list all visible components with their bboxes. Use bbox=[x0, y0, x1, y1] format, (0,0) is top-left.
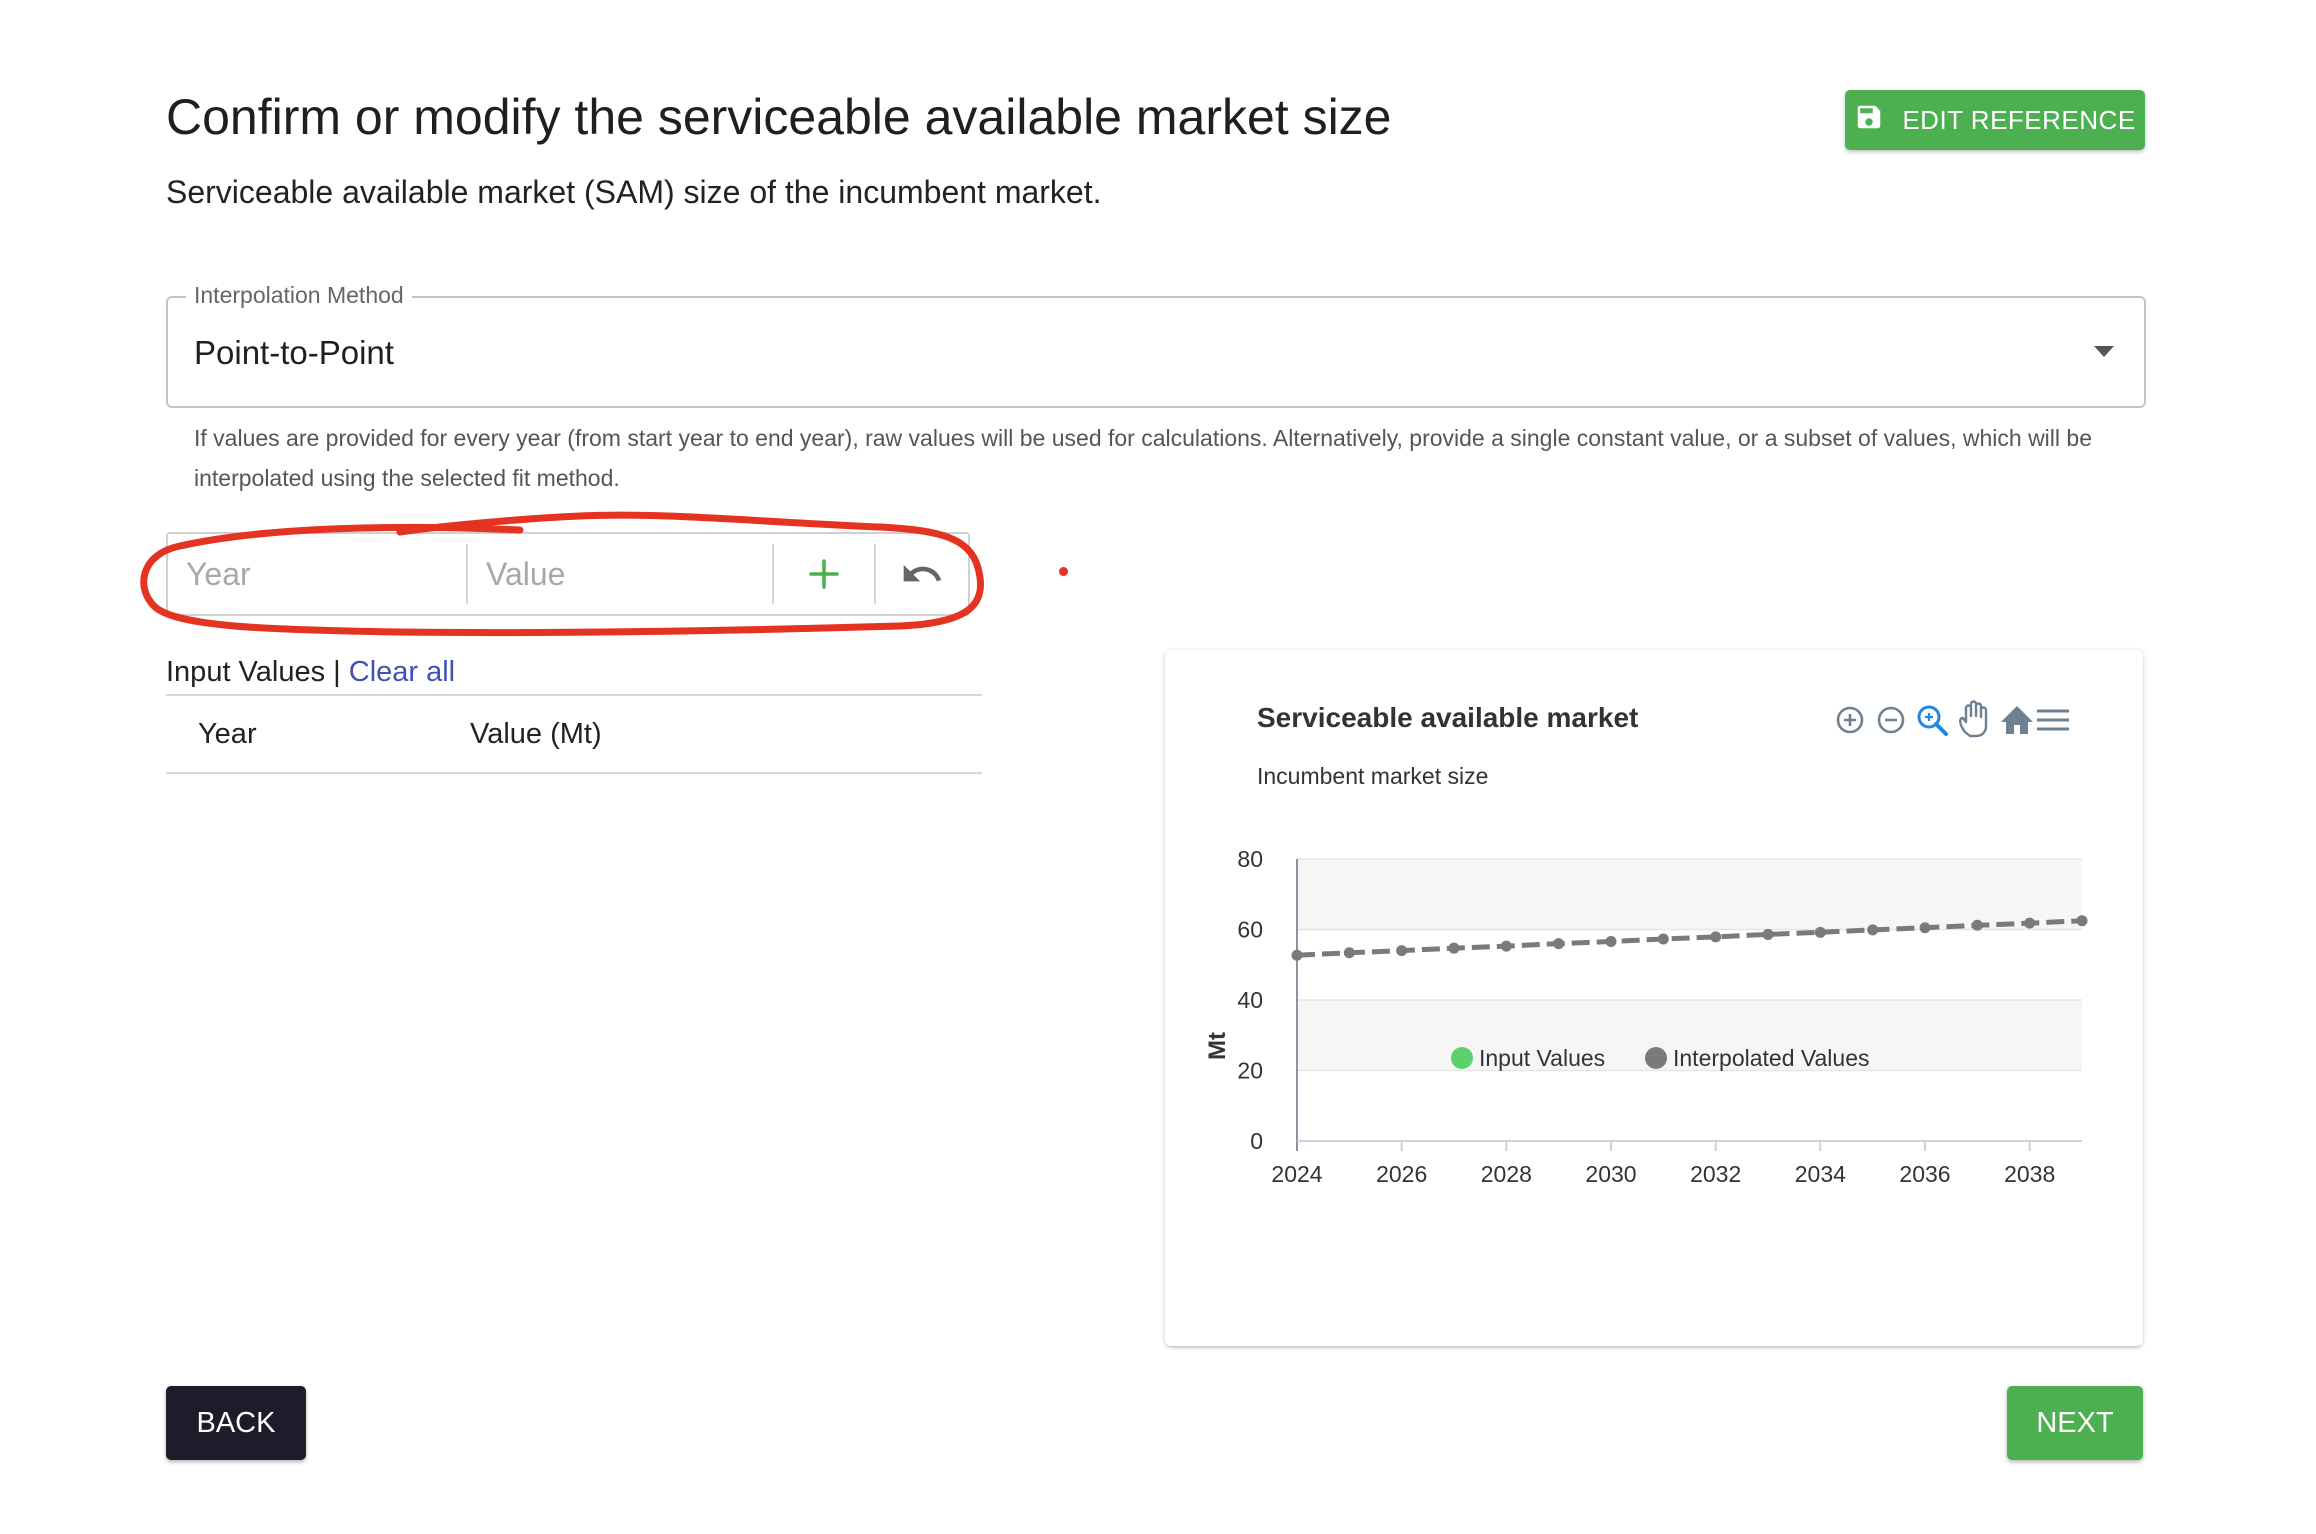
x-tick-label: 2038 bbox=[2004, 1161, 2055, 1187]
page-title: Confirm or modify the serviceable availa… bbox=[166, 89, 1392, 145]
y-tick-label: 0 bbox=[1250, 1128, 1263, 1154]
x-tick-label: 2036 bbox=[1899, 1161, 1950, 1187]
interpolated-point[interactable] bbox=[1605, 935, 1617, 947]
x-tick-label: 2028 bbox=[1481, 1161, 1532, 1187]
input-values-label: Input Values bbox=[166, 656, 326, 688]
zoom-in-icon[interactable] bbox=[1836, 706, 1864, 734]
legend: Input Values Interpolated Values bbox=[1451, 1045, 1870, 1071]
selection-zoom-icon[interactable] bbox=[1917, 705, 1948, 736]
y-tick-label: 80 bbox=[1237, 846, 1263, 872]
table-divider-bottom bbox=[166, 772, 982, 774]
interpolated-point[interactable] bbox=[2076, 915, 2088, 927]
caret-down-icon[interactable] bbox=[2094, 346, 2114, 357]
x-tick-label: 2026 bbox=[1376, 1161, 1427, 1187]
edit-reference-label: EDIT REFERENCE bbox=[1902, 104, 2136, 135]
legend-marker-input bbox=[1451, 1047, 1473, 1069]
y-tick-label: 60 bbox=[1237, 917, 1263, 943]
interpolation-method-select[interactable] bbox=[166, 296, 2146, 408]
chart-subtitle: Incumbent market size bbox=[1257, 763, 1488, 789]
input-values-header: Input Values | Clear all bbox=[166, 656, 455, 689]
chart-title: Serviceable available market bbox=[1257, 702, 1638, 733]
table-divider-top bbox=[166, 694, 982, 696]
x-tick-label: 2024 bbox=[1271, 1161, 1322, 1187]
interpolated-point[interactable] bbox=[2024, 917, 2036, 929]
zoom-out-icon[interactable] bbox=[1877, 706, 1905, 734]
interpolated-point[interactable] bbox=[1291, 949, 1303, 961]
legend-marker-interpolated bbox=[1645, 1047, 1667, 1069]
home-reset-icon[interactable] bbox=[2001, 706, 2033, 734]
x-tick-label: 2032 bbox=[1690, 1161, 1741, 1187]
interpolated-point[interactable] bbox=[1867, 924, 1879, 936]
clear-all-link[interactable]: Clear all bbox=[349, 656, 455, 688]
y-axis-ticks: 0 20 40 60 80 bbox=[1237, 846, 1263, 1154]
menu-icon[interactable] bbox=[2037, 709, 2069, 731]
legend-label-interpolated: Interpolated Values bbox=[1673, 1045, 1870, 1071]
market-chart: Serviceable available market Incumbent m… bbox=[1204, 700, 2088, 1187]
interpolated-point[interactable] bbox=[1343, 947, 1355, 959]
plot-band bbox=[1297, 859, 2082, 930]
interpolation-helper-text: If values are provided for every year (f… bbox=[194, 425, 2092, 491]
legend-label-input: Input Values bbox=[1479, 1045, 1605, 1071]
x-tick-label: 2030 bbox=[1585, 1161, 1636, 1187]
interpolated-point[interactable] bbox=[1710, 931, 1722, 943]
x-tick-label: 2034 bbox=[1795, 1161, 1846, 1187]
plot-bands bbox=[1297, 859, 2082, 1071]
interpolated-point[interactable] bbox=[1500, 940, 1512, 952]
separator: | bbox=[333, 656, 341, 688]
annotation-circle bbox=[140, 511, 985, 637]
y-axis-label: Mt bbox=[1204, 1032, 1231, 1060]
page-subtitle: Serviceable available market (SAM) size … bbox=[166, 174, 1102, 210]
y-tick-label: 40 bbox=[1237, 987, 1263, 1013]
column-header-year: Year bbox=[198, 718, 257, 750]
pan-hand-icon[interactable] bbox=[1959, 700, 1988, 738]
back-button[interactable]: BACK bbox=[166, 1386, 306, 1460]
y-tick-label: 20 bbox=[1237, 1058, 1263, 1084]
annotation-dot bbox=[1059, 567, 1068, 576]
interpolated-point[interactable] bbox=[1814, 926, 1826, 938]
interpolation-method-value[interactable]: Point-to-Point bbox=[194, 334, 394, 372]
x-axis-ticks: 2024 2026 2028 2030 2032 2034 2036 2038 bbox=[1271, 1141, 2055, 1187]
chart-card: Serviceable available market Incumbent m… bbox=[1165, 650, 2143, 1346]
next-button[interactable]: NEXT bbox=[2007, 1386, 2143, 1460]
interpolated-point[interactable] bbox=[1762, 928, 1774, 940]
legend-item-interpolated-values[interactable]: Interpolated Values bbox=[1645, 1045, 1870, 1071]
interpolated-point[interactable] bbox=[1448, 942, 1460, 954]
column-header-value: Value (Mt) bbox=[470, 718, 602, 750]
interpolated-point[interactable] bbox=[1971, 919, 1983, 931]
interpolated-point[interactable] bbox=[1396, 945, 1408, 957]
interpolated-point[interactable] bbox=[1553, 938, 1565, 950]
interpolated-point[interactable] bbox=[1919, 922, 1931, 934]
edit-reference-button[interactable]: EDIT REFERENCE bbox=[1845, 90, 2145, 150]
interpolated-point[interactable] bbox=[1657, 933, 1669, 945]
interpolation-method-label: Interpolation Method bbox=[186, 282, 412, 309]
save-icon bbox=[1854, 102, 1884, 139]
